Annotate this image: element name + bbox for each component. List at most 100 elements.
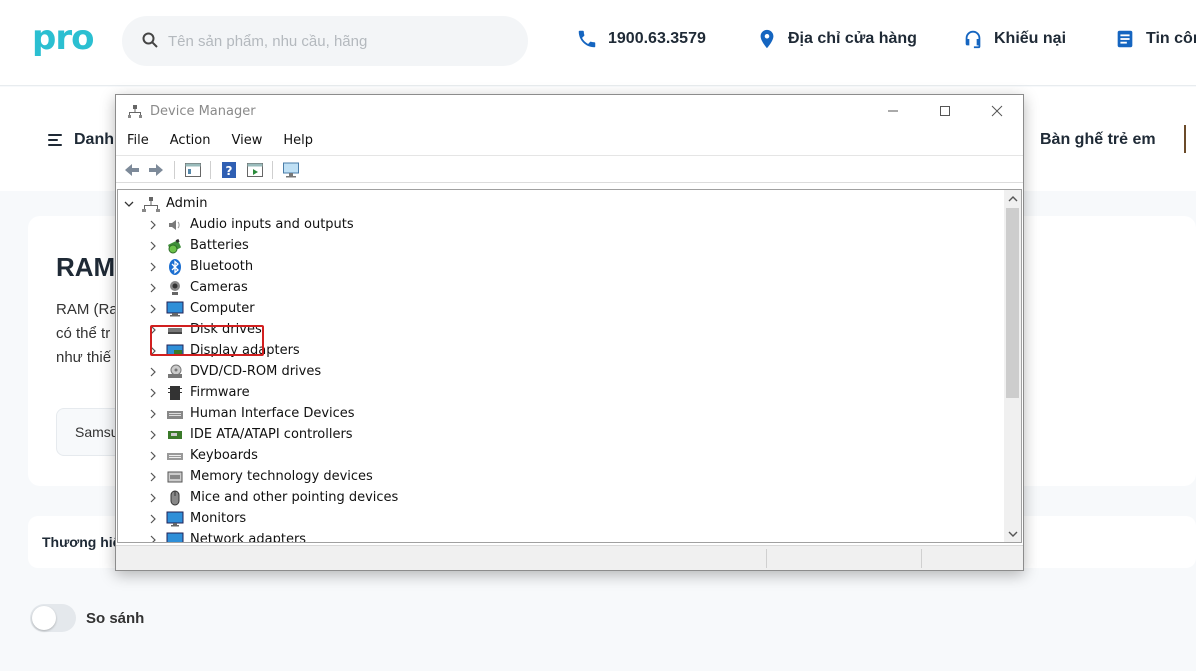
- hotline-text: 1900.63.3579: [608, 30, 706, 47]
- page-title: RAM: [56, 252, 116, 282]
- back-arrow-icon[interactable]: [123, 161, 141, 179]
- tree-item-label: DVD/CD-ROM drives: [190, 364, 322, 379]
- menu-file[interactable]: File: [116, 129, 159, 153]
- store-address-text: Địa chỉ cửa hàng: [788, 30, 917, 47]
- tree-item-firmware[interactable]: Firmware: [148, 382, 250, 403]
- chevron-right-icon[interactable]: [148, 493, 158, 503]
- tree-item-network-adapters[interactable]: Network adapters: [148, 529, 306, 542]
- menu-view[interactable]: View: [220, 129, 272, 153]
- bluetooth-icon: [166, 258, 184, 276]
- category-menu-label: Danh: [74, 131, 114, 148]
- chevron-right-icon[interactable]: [148, 451, 158, 461]
- chevron-right-icon[interactable]: [148, 388, 158, 398]
- chevron-right-icon[interactable]: [148, 241, 158, 251]
- dvd-drive-icon: [166, 363, 184, 381]
- tree-item-monitors[interactable]: Monitors: [148, 508, 246, 529]
- chevron-right-icon[interactable]: [148, 262, 158, 272]
- mouse-icon: [166, 489, 184, 507]
- window-title: Device Manager: [150, 104, 256, 119]
- scroll-up-arrow[interactable]: [1004, 190, 1021, 207]
- tree-item-memory-technology-devices[interactable]: Memory technology devices: [148, 466, 373, 487]
- tree-item-label: IDE ATA/ATAPI controllers: [190, 427, 353, 442]
- search-bar[interactable]: Tên sản phẩm, nhu cầu, hãng: [122, 16, 528, 66]
- minimize-icon: [888, 110, 898, 112]
- tree-item-human-interface-devices[interactable]: Human Interface Devices: [148, 403, 355, 424]
- ide-controller-icon: [166, 426, 184, 444]
- tree-item-mice-and-other-pointing-devices[interactable]: Mice and other pointing devices: [148, 487, 398, 508]
- tree-root-admin[interactable]: Admin: [124, 193, 207, 214]
- tree-item-computer[interactable]: Computer: [148, 298, 255, 319]
- category-menu-button[interactable]: Danh: [48, 131, 114, 149]
- hotline-link[interactable]: 1900.63.3579: [576, 28, 706, 50]
- tree-item-bluetooth[interactable]: Bluetooth: [148, 256, 253, 277]
- scan-hardware-icon[interactable]: [282, 161, 300, 179]
- firmware-icon: [166, 384, 184, 402]
- tree-item-label: Memory technology devices: [190, 469, 373, 484]
- toolbar-separator: [174, 161, 175, 179]
- monitor-icon: [166, 510, 184, 528]
- scroll-down-arrow[interactable]: [1004, 525, 1021, 542]
- chevron-right-icon[interactable]: [148, 535, 158, 542]
- device-tree[interactable]: Admin Audio inputs and outputs Batteries B…: [117, 189, 1022, 543]
- keyboard-icon: [166, 447, 184, 465]
- speaker-icon: [166, 216, 184, 234]
- title-bar[interactable]: Device Manager: [116, 95, 1023, 127]
- phone-icon: [578, 30, 596, 48]
- hamburger-icon: [48, 133, 64, 147]
- store-address-link[interactable]: Địa chỉ cửa hàng: [756, 28, 917, 50]
- chevron-right-icon[interactable]: [148, 304, 158, 314]
- network-adapter-icon: [166, 531, 184, 542]
- search-placeholder: Tên sản phẩm, nhu cầu, hãng: [168, 33, 368, 50]
- close-button[interactable]: [971, 95, 1023, 127]
- camera-icon: [166, 279, 184, 297]
- nav-item-kids-furniture[interactable]: Bàn ghế trẻ em: [1040, 131, 1156, 149]
- tree-item-label: Batteries: [190, 238, 249, 253]
- chevron-right-icon[interactable]: [148, 283, 158, 293]
- battery-icon: [166, 237, 184, 255]
- tree-item-label: Mice and other pointing devices: [190, 490, 399, 505]
- forward-arrow-icon[interactable]: [147, 161, 165, 179]
- complaint-link[interactable]: Khiếu nại: [962, 28, 1066, 50]
- chevron-right-icon[interactable]: [148, 409, 158, 419]
- vertical-scrollbar[interactable]: [1004, 190, 1021, 542]
- location-pin-icon: [760, 29, 774, 49]
- device-manager-window: Device Manager File Action View Help ? A…: [115, 94, 1024, 571]
- news-link[interactable]: Tin công: [1114, 28, 1196, 50]
- tree-item-cameras[interactable]: Cameras: [148, 277, 248, 298]
- tree-item-label: Keyboards: [190, 448, 258, 463]
- computer-icon: [166, 300, 184, 318]
- tree-item-ide-ata-atapi-controllers[interactable]: IDE ATA/ATAPI controllers: [148, 424, 353, 445]
- document-icon: [1117, 30, 1133, 48]
- chevron-right-icon[interactable]: [148, 220, 158, 230]
- hid-icon: [166, 405, 184, 423]
- scrollbar-thumb[interactable]: [1006, 208, 1019, 398]
- tree-item-audio-inputs-and-outputs[interactable]: Audio inputs and outputs: [148, 214, 354, 235]
- update-driver-icon[interactable]: [246, 161, 264, 179]
- tree-item-label: Firmware: [190, 385, 250, 400]
- tree-item-batteries[interactable]: Batteries: [148, 235, 249, 256]
- menu-action[interactable]: Action: [159, 129, 221, 153]
- chevron-down-icon[interactable]: [124, 199, 134, 209]
- help-icon[interactable]: ?: [220, 161, 238, 179]
- tree-item-label: Cameras: [190, 280, 248, 295]
- properties-icon[interactable]: [184, 161, 202, 179]
- compare-toggle[interactable]: [30, 604, 76, 632]
- batteries-highlight-box: [150, 325, 264, 356]
- headset-icon: [965, 30, 981, 49]
- chevron-right-icon[interactable]: [148, 430, 158, 440]
- maximize-icon: [940, 106, 950, 116]
- menu-help[interactable]: Help: [272, 129, 323, 153]
- chevron-right-icon[interactable]: [148, 514, 158, 524]
- tree-item-label: Monitors: [190, 511, 247, 526]
- menu-bar: File Action View Help: [116, 129, 323, 153]
- search-icon: [142, 32, 158, 48]
- tree-item-label: Bluetooth: [190, 259, 254, 274]
- maximize-button[interactable]: [919, 95, 971, 127]
- chevron-right-icon[interactable]: [148, 472, 158, 482]
- tree-item-keyboards[interactable]: Keyboards: [148, 445, 258, 466]
- chevron-right-icon[interactable]: [148, 367, 158, 377]
- tree-item-dvd-cd-rom-drives[interactable]: DVD/CD-ROM drives: [148, 361, 321, 382]
- minimize-button[interactable]: [867, 95, 919, 127]
- toolbar-separator: [210, 161, 211, 179]
- site-logo[interactable]: pro: [32, 18, 94, 58]
